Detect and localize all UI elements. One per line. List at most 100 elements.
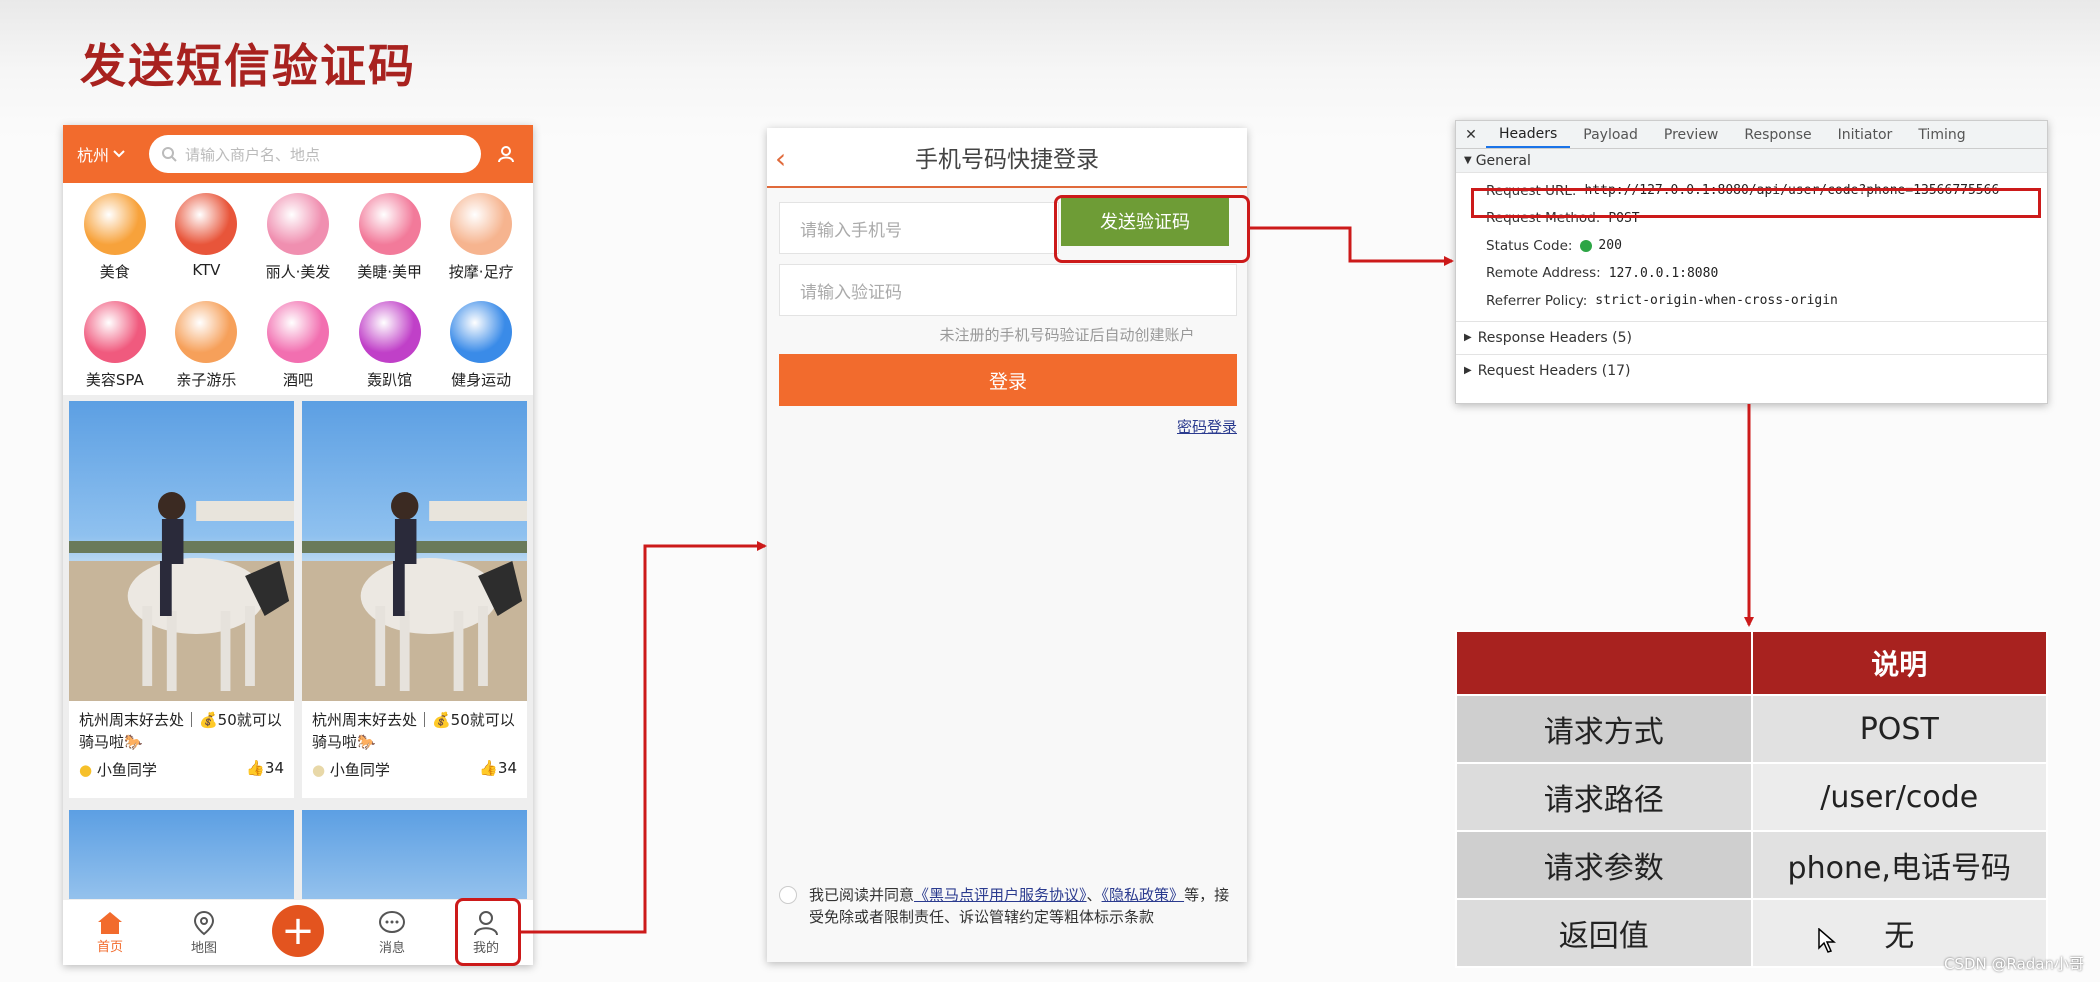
code-input[interactable]: 请输入验证码	[779, 264, 1237, 316]
cocktail-icon	[266, 301, 329, 363]
thumbs-up-icon: 👍	[246, 759, 265, 777]
close-icon[interactable]: ✕	[1456, 121, 1486, 148]
table-key: 请求路径	[1455, 762, 1753, 832]
chevron-down-icon	[113, 150, 125, 158]
feed-card-footer: ● 小鱼同学 👍34	[302, 759, 527, 780]
home-icon	[98, 912, 122, 934]
referrer-policy-row: Referrer Policy: strict-origin-when-cross…	[1486, 292, 1838, 309]
table-key: 返回值	[1455, 898, 1753, 968]
watermark: CSDN @Radan小哥	[1943, 955, 2084, 973]
category-item[interactable]: 轰趴馆	[344, 301, 436, 401]
tab-home[interactable]: 首页	[70, 910, 150, 955]
table-value: /user/code	[1750, 762, 2048, 832]
feed-list: 杭州周末好去处｜💰50就可以骑马啦🐎 ● 小鱼同学 👍34 杭州周末好去处｜💰5…	[63, 395, 533, 930]
city-selector[interactable]: 杭州	[77, 142, 137, 166]
city-label: 杭州	[77, 146, 110, 165]
tab-initiator[interactable]: Initiator	[1825, 121, 1906, 148]
caret-right-icon: ▶	[1464, 365, 1472, 376]
tab-timing[interactable]: Timing	[1905, 121, 1978, 148]
highlight-request-url	[1471, 188, 2041, 218]
tab-preview[interactable]: Preview	[1651, 121, 1732, 148]
api-info-table: 说明 请求方式 POST 请求路径 /user/code 请求参数 phone,…	[1455, 630, 2048, 968]
table-value: POST	[1750, 694, 2048, 764]
request-headers-toggle[interactable]: ▶ Request Headers (17)	[1456, 353, 2047, 387]
category-item[interactable]: 丽人·美发	[252, 193, 344, 293]
agreement-text: 我已阅读并同意《黑马点评用户服务协议》、《隐私政策》等，接受免除或者限制责任、诉…	[809, 886, 1230, 926]
tab-response[interactable]: Response	[1731, 121, 1824, 148]
tab-publish[interactable]: +	[258, 904, 338, 957]
tab-payload[interactable]: Payload	[1570, 121, 1651, 148]
like-count[interactable]: 👍34	[246, 759, 284, 780]
category-label: 美睫·美甲	[357, 263, 422, 281]
category-grid: 美食 KTV 丽人·美发 美睫·美甲 按摩·足疗美容SPA 亲子游乐 酒吧 轰趴馆 健身运动	[63, 183, 533, 401]
status-code-row: Status Code: 200	[1486, 237, 1622, 254]
category-item[interactable]: KTV	[161, 193, 253, 293]
category-item[interactable]: 亲子游乐	[161, 301, 253, 401]
password-login-link[interactable]: 密码登录	[1177, 416, 1237, 437]
like-count[interactable]: 👍34	[479, 759, 517, 780]
search-box[interactable]: 请输入商户名、地点	[149, 135, 481, 173]
search-placeholder: 请输入商户名、地点	[185, 145, 321, 164]
table-row: 请求参数 phone,电话号码	[1455, 830, 2048, 900]
tab-messages[interactable]: 消息	[352, 909, 432, 956]
category-item[interactable]: 美食	[69, 193, 161, 293]
plus-icon: +	[272, 904, 324, 957]
highlight-send-code	[1054, 195, 1250, 263]
category-label: 按摩·足疗	[448, 263, 514, 281]
nail-icon	[358, 193, 421, 255]
chat-bubble-icon	[379, 911, 405, 933]
feed-card-title: 杭州周末好去处｜💰50就可以骑马啦🐎	[312, 711, 515, 751]
category-label: 健身运动	[451, 371, 512, 389]
table-row: 请求方式 POST	[1455, 694, 2048, 764]
roast-chicken-icon	[83, 193, 146, 255]
feed-card-author: ● 小鱼同学	[312, 761, 390, 779]
mouse-cursor-icon	[1818, 928, 1836, 953]
category-item[interactable]: 按摩·足疗	[435, 193, 527, 293]
devtools-tabs: ✕ Headers Payload Preview Response Initi…	[1456, 121, 2047, 149]
phone-input[interactable]: 请输入手机号	[779, 202, 1059, 254]
category-item[interactable]: 健身运动	[435, 301, 527, 401]
category-label: 丽人·美发	[265, 263, 331, 281]
app-header: 杭州 请输入商户名、地点	[63, 125, 533, 183]
feed-card-author: ● 小鱼同学	[79, 761, 157, 779]
table-key: 请求参数	[1455, 830, 1753, 900]
back-arrow-icon[interactable]: ‹	[775, 142, 786, 175]
parent-child-icon	[175, 301, 238, 363]
table-key: 请求方式	[1455, 694, 1753, 764]
login-title: 手机号码快捷登录	[915, 147, 1099, 173]
category-label: 美容SPA	[85, 371, 144, 389]
login-button[interactable]: 登录	[779, 354, 1237, 406]
response-headers-toggle[interactable]: ▶ Response Headers (5)	[1456, 320, 2047, 354]
dumbbell-icon	[450, 301, 513, 363]
table-header-row: 说明	[1455, 630, 2048, 696]
tab-map[interactable]: 地图	[164, 909, 244, 956]
face-mask-icon	[83, 301, 146, 363]
category-item[interactable]: 美睫·美甲	[344, 193, 436, 293]
hair-salon-icon	[266, 193, 329, 255]
login-header: ‹ 手机号码快捷登录	[767, 128, 1247, 188]
search-icon	[162, 147, 177, 162]
user-icon[interactable]	[493, 141, 519, 167]
table-header-cell: 说明	[1750, 630, 2048, 696]
category-label: 轰趴馆	[367, 371, 413, 389]
app-home-screen: 杭州 请输入商户名、地点 美食 KTV 丽人·美发 美睫·美甲 按摩·足疗美容SPA 亲子…	[63, 125, 533, 965]
arrow-mine-to-login	[521, 541, 767, 934]
feed-card-title: 杭州周末好去处｜💰50就可以骑马啦🐎	[79, 711, 282, 751]
thumbs-up-icon: 👍	[479, 759, 498, 777]
category-item[interactable]: 酒吧	[252, 301, 344, 401]
category-label: KTV	[192, 261, 221, 279]
category-label: 亲子游乐	[176, 371, 237, 389]
status-ok-icon	[1580, 239, 1593, 252]
tab-headers[interactable]: Headers	[1486, 121, 1571, 148]
agree-checkbox[interactable]	[779, 886, 797, 904]
feed-card-image	[69, 401, 294, 701]
party-mask-icon	[358, 301, 421, 363]
feed-card[interactable]: 杭州周末好去处｜💰50就可以骑马啦🐎 ● 小鱼同学 👍34	[69, 401, 294, 798]
privacy-policy-link[interactable]: 《隐私政策》	[1102, 886, 1185, 904]
service-agreement-link[interactable]: 《黑马点评用户服务协议》	[914, 886, 1087, 904]
horse-photo-icon	[302, 492, 527, 701]
feed-card[interactable]: 杭州周末好去处｜💰50就可以骑马啦🐎 ● 小鱼同学 👍34	[302, 401, 527, 798]
general-section-toggle[interactable]: ▼ General	[1456, 149, 2047, 173]
category-item[interactable]: 美容SPA	[69, 301, 161, 401]
table-value: phone,电话号码	[1750, 830, 2048, 900]
